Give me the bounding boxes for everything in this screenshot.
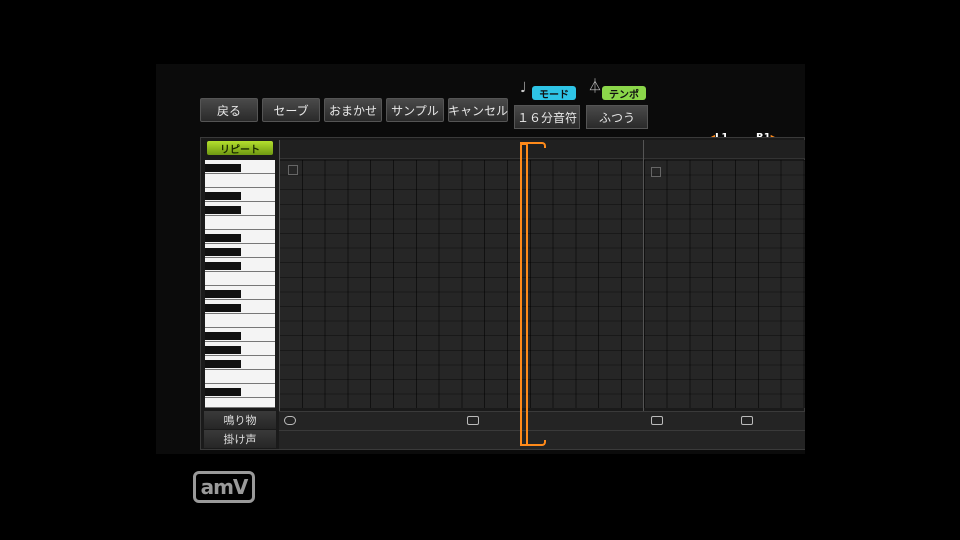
black-key[interactable] [205, 360, 241, 368]
playhead-cursor[interactable] [520, 143, 528, 446]
white-key[interactable] [205, 272, 275, 286]
black-key[interactable] [205, 332, 241, 340]
save-button[interactable]: セーブ [262, 98, 320, 122]
white-key[interactable] [205, 370, 275, 384]
black-key[interactable] [205, 248, 241, 256]
piano-keyboard[interactable] [205, 160, 275, 408]
bell-icon[interactable] [467, 416, 479, 425]
measure-line [279, 140, 280, 446]
bell-icon[interactable] [741, 416, 753, 425]
black-key[interactable] [205, 206, 241, 214]
logo-text: amV [200, 475, 249, 499]
back-button[interactable]: 戻る [200, 98, 258, 122]
note-length-select[interactable]: １６分音符 [514, 105, 580, 129]
percussion-lane-label: 鳴り物 [204, 411, 276, 429]
note-icon: ♩ [520, 80, 527, 96]
white-key[interactable] [205, 398, 275, 408]
white-key[interactable] [205, 216, 275, 230]
black-key[interactable] [205, 262, 241, 270]
percussion-lane[interactable] [279, 411, 805, 430]
mode-toggle[interactable]: モード [532, 86, 576, 101]
repeat-button[interactable]: リピート [207, 141, 273, 156]
tempo-toggle[interactable]: テンポ [602, 86, 646, 101]
sample-button[interactable]: サンプル [386, 98, 444, 122]
bell-icon[interactable] [651, 416, 663, 425]
drum-icon[interactable] [284, 416, 296, 425]
black-key[interactable] [205, 192, 241, 200]
grid-marker-icon [651, 167, 661, 177]
black-key[interactable] [205, 234, 241, 242]
white-key[interactable] [205, 314, 275, 328]
black-key[interactable] [205, 290, 241, 298]
omakase-button[interactable]: おまかせ [324, 98, 382, 122]
black-key[interactable] [205, 164, 241, 172]
white-key[interactable] [205, 174, 275, 188]
amv-logo: amV [193, 471, 255, 503]
black-key[interactable] [205, 346, 241, 354]
black-key[interactable] [205, 388, 241, 396]
grid-marker-icon [288, 165, 298, 175]
black-key[interactable] [205, 304, 241, 312]
playhead-bottom-cap [520, 440, 546, 446]
cancel-button[interactable]: キャンセル [448, 98, 508, 122]
metronome-icon: ⏃ [588, 79, 602, 95]
playhead-top-cap [520, 142, 546, 148]
measure-line [643, 140, 644, 446]
tempo-select[interactable]: ふつう [586, 105, 648, 129]
note-grid[interactable] [279, 160, 805, 408]
voice-lane-label: 掛け声 [204, 430, 276, 448]
